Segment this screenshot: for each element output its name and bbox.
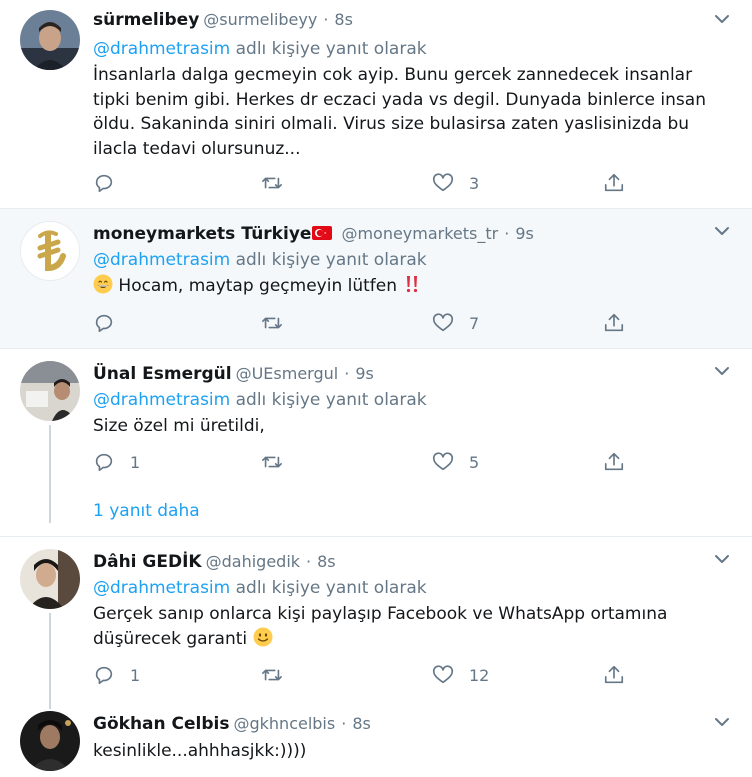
mention-link[interactable]: @drahmetrasim bbox=[93, 39, 230, 59]
reply-context: @drahmetrasim adlı kişiye yanıt olarak bbox=[93, 250, 427, 270]
timestamp[interactable]: 9s bbox=[515, 224, 534, 243]
display-name[interactable]: moneymarkets Türkiye bbox=[93, 224, 311, 244]
tweet-text: İnsanlarla dalga gecmeyin cok ayip. Bunu… bbox=[93, 65, 706, 159]
chevron-down-icon[interactable] bbox=[714, 714, 730, 730]
avatar[interactable] bbox=[20, 711, 80, 771]
avatar[interactable] bbox=[20, 10, 80, 70]
display-name[interactable]: Ünal Esmergül bbox=[93, 364, 232, 384]
tweet-actions: 1 5 bbox=[93, 450, 633, 474]
like-button[interactable]: 3 bbox=[432, 171, 479, 195]
tweet-gokhan-celbis[interactable]: Gökhan Celbis @gkhncelbis · 8s kesinlikle..… bbox=[0, 707, 752, 777]
user-handle[interactable]: @dahigedik bbox=[206, 552, 300, 571]
tweet-text: Gerçek sanıp onlarca kişi paylaşıp Faceb… bbox=[93, 604, 668, 649]
retweet-icon bbox=[262, 669, 282, 681]
heart-icon bbox=[432, 173, 454, 192]
display-name[interactable]: sürmelibey bbox=[93, 10, 199, 30]
mention-link[interactable]: @drahmetrasim bbox=[93, 578, 230, 598]
turkey-flag-icon bbox=[312, 226, 333, 240]
chevron-down-icon[interactable] bbox=[714, 223, 730, 239]
user-handle[interactable]: @surmelibeyy bbox=[203, 10, 317, 29]
share-icon bbox=[604, 665, 624, 684]
heart-icon bbox=[432, 313, 454, 332]
thread-dots bbox=[48, 497, 52, 521]
show-more-replies-link[interactable]: 1 yanıt daha bbox=[93, 499, 200, 523]
tweet-header: sürmelibey @surmelibeyy · 8s bbox=[93, 10, 353, 30]
share-icon bbox=[604, 313, 624, 332]
user-handle[interactable]: @moneymarkets_tr bbox=[341, 224, 498, 243]
tweet-text: Size özel mi üretildi, bbox=[93, 416, 265, 436]
retweet-icon bbox=[262, 456, 282, 468]
share-button[interactable] bbox=[603, 311, 625, 335]
tweet-surmelibey[interactable]: sürmelibey @surmelibeyy · 8s @drahmetrasim … bbox=[0, 0, 752, 208]
reply-button[interactable]: 1 bbox=[93, 663, 140, 687]
user-handle[interactable]: @UEsmergul bbox=[236, 364, 339, 383]
tweet-text: kesinlikle...ahhhasjkk:)))) bbox=[93, 741, 307, 761]
tweet-text: Hocam, maytap geçmeyin lütfen bbox=[93, 274, 733, 299]
tweet-header: Gökhan Celbis @gkhncelbis · 8s bbox=[93, 714, 371, 734]
share-button[interactable] bbox=[603, 171, 625, 195]
retweet-button[interactable] bbox=[261, 311, 298, 335]
reply-context: @drahmetrasim adlı kişiye yanıt olarak bbox=[93, 390, 427, 410]
mention-link[interactable]: @drahmetrasim bbox=[93, 250, 230, 270]
tweet-dahi-gedik[interactable]: Dâhi GEDİK @dahigedik · 8s @drahmetrasim ad… bbox=[0, 537, 752, 709]
retweet-button[interactable] bbox=[261, 171, 298, 195]
retweet-button[interactable] bbox=[261, 663, 298, 687]
reply-icon bbox=[95, 314, 113, 333]
retweet-icon bbox=[262, 177, 282, 189]
grinning-emoji-icon bbox=[93, 274, 113, 294]
reply-context: @drahmetrasim adlı kişiye yanıt olarak bbox=[93, 39, 427, 59]
double-exclamation-icon bbox=[407, 276, 418, 293]
share-icon bbox=[604, 452, 624, 471]
like-button[interactable]: 5 bbox=[432, 450, 479, 474]
avatar-image bbox=[20, 549, 80, 609]
user-handle[interactable]: @gkhncelbis bbox=[233, 714, 335, 733]
reply-icon bbox=[95, 666, 113, 685]
tweet-header: Ünal Esmergül @UEsmergul · 9s bbox=[93, 364, 374, 384]
avatar[interactable] bbox=[20, 221, 80, 281]
share-button[interactable] bbox=[603, 663, 625, 687]
like-button[interactable]: 7 bbox=[432, 311, 479, 335]
avatar-image bbox=[20, 711, 80, 771]
chevron-down-icon[interactable] bbox=[714, 551, 730, 567]
avatar-image bbox=[20, 361, 80, 421]
tweet-moneymarkets[interactable]: moneymarkets Türkiye @moneymarkets_tr · 9s … bbox=[0, 209, 752, 348]
mention-link[interactable]: @drahmetrasim bbox=[93, 390, 230, 410]
retweet-icon bbox=[262, 317, 282, 329]
tweet-actions: 1 12 bbox=[93, 663, 633, 687]
reply-context: @drahmetrasim adlı kişiye yanıt olarak bbox=[93, 578, 427, 598]
retweet-button[interactable] bbox=[261, 450, 298, 474]
reply-icon bbox=[95, 453, 113, 472]
tweet-unal-esmergul[interactable]: Ünal Esmergül @UEsmergul · 9s @drahmetrasim… bbox=[0, 349, 752, 536]
tweet-header: moneymarkets Türkiye @moneymarkets_tr · 9s bbox=[93, 224, 534, 244]
reply-button[interactable]: 1 bbox=[93, 450, 140, 474]
avatar[interactable] bbox=[20, 361, 80, 421]
heart-icon bbox=[432, 665, 454, 684]
avatar[interactable] bbox=[20, 549, 80, 609]
thread-line bbox=[49, 613, 51, 709]
reply-button[interactable] bbox=[93, 311, 130, 335]
timestamp[interactable]: 8s bbox=[334, 10, 353, 29]
share-button[interactable] bbox=[603, 450, 625, 474]
smiling-emoji-icon bbox=[253, 627, 273, 646]
display-name[interactable]: Dâhi GEDİK bbox=[93, 552, 202, 572]
timestamp[interactable]: 8s bbox=[352, 714, 371, 733]
chevron-down-icon[interactable] bbox=[714, 363, 730, 379]
reply-button[interactable] bbox=[93, 171, 130, 195]
reply-icon bbox=[95, 174, 113, 193]
tweet-header: Dâhi GEDİK @dahigedik · 8s bbox=[93, 552, 336, 572]
chevron-down-icon[interactable] bbox=[714, 11, 730, 27]
share-icon bbox=[604, 173, 624, 192]
timestamp[interactable]: 9s bbox=[355, 364, 374, 383]
timestamp[interactable]: 8s bbox=[317, 552, 336, 571]
heart-icon bbox=[432, 452, 454, 471]
display-name[interactable]: Gökhan Celbis bbox=[93, 714, 229, 734]
tweet-actions: 7 bbox=[93, 311, 633, 335]
like-button[interactable]: 12 bbox=[432, 663, 489, 687]
lira-logo bbox=[21, 222, 79, 280]
avatar-image bbox=[20, 10, 80, 70]
tweet-actions: 3 bbox=[93, 171, 633, 195]
